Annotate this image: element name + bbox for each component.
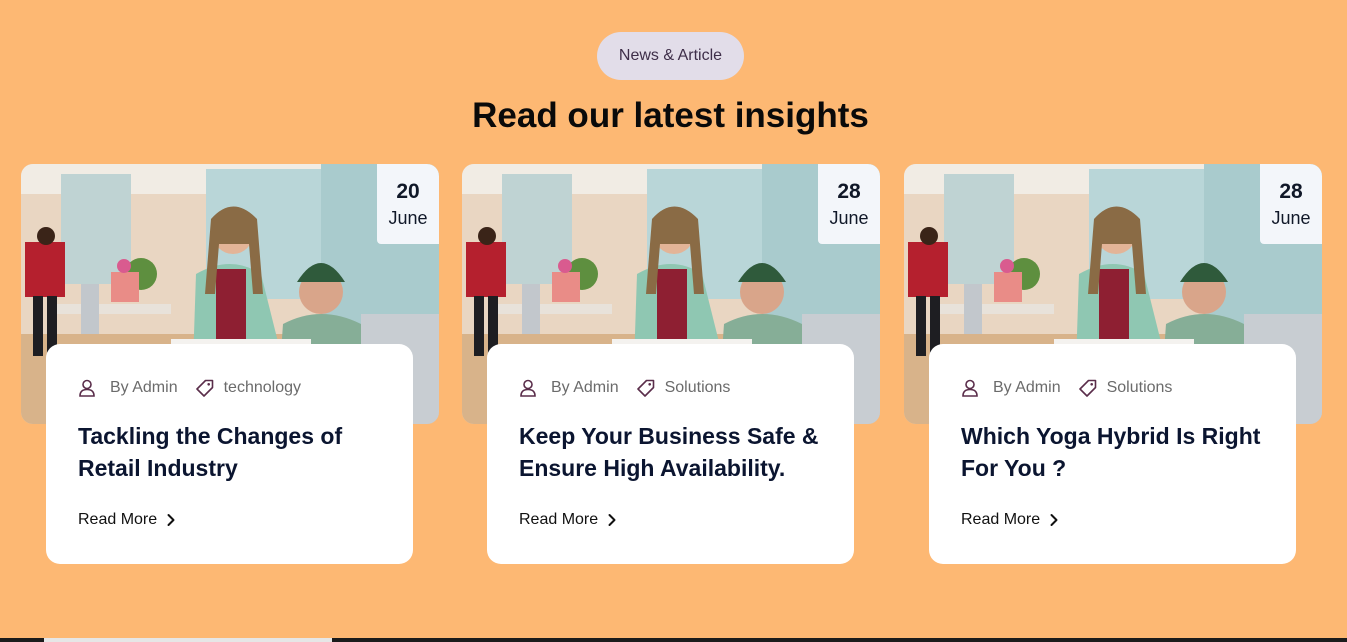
blog-card-body: By Admin Solutions Keep Your Business Sa… <box>487 344 854 564</box>
section-badge: News & Article <box>597 32 744 80</box>
date-month: June <box>388 208 428 228</box>
blog-card: 28 June By Admin Solutions Which Yoga Hy… <box>904 164 1322 564</box>
read-more-label: Read More <box>78 511 158 528</box>
blog-card: 20 June By Admin technology Tackling the… <box>21 164 439 564</box>
blog-card-body: By Admin technology Tackling the Changes… <box>46 344 413 564</box>
post-tag[interactable]: Solutions <box>665 379 731 397</box>
chevron-right-icon <box>1048 513 1060 527</box>
date-day: 20 <box>396 180 420 203</box>
date-badge: 28 June <box>1260 164 1322 244</box>
post-title[interactable]: Tackling the Changes of Retail Industry <box>78 420 388 484</box>
page-bottom-edge <box>0 638 1347 642</box>
user-icon <box>961 379 979 397</box>
read-more-label: Read More <box>519 511 599 528</box>
date-month: June <box>1271 208 1311 228</box>
post-title[interactable]: Which Yoga Hybrid Is Right For You ? <box>961 420 1271 484</box>
read-more-link[interactable]: Read More <box>961 509 1060 531</box>
post-meta: By Admin technology <box>78 376 301 400</box>
chevron-right-icon <box>606 513 618 527</box>
date-day: 28 <box>837 180 861 203</box>
blog-card-body: By Admin Solutions Which Yoga Hybrid Is … <box>929 344 1296 564</box>
date-badge: 20 June <box>377 164 439 244</box>
tag-icon <box>636 379 655 397</box>
post-tag[interactable]: technology <box>224 379 301 397</box>
blog-card: 28 June By Admin Solutions Keep Your Bus… <box>462 164 880 564</box>
post-tag[interactable]: Solutions <box>1107 379 1173 397</box>
tag-icon <box>1078 379 1097 397</box>
section-heading: Read our latest insights <box>472 96 869 135</box>
post-title[interactable]: Keep Your Business Safe & Ensure High Av… <box>519 420 829 484</box>
tag-icon <box>195 379 214 397</box>
read-more-link[interactable]: Read More <box>519 509 618 531</box>
date-day: 28 <box>1279 180 1303 203</box>
horizontal-scrollbar[interactable] <box>44 638 332 642</box>
post-meta: By Admin Solutions <box>519 376 730 400</box>
read-more-label: Read More <box>961 511 1041 528</box>
post-author[interactable]: By Admin <box>110 379 178 397</box>
post-meta: By Admin Solutions <box>961 376 1172 400</box>
read-more-link[interactable]: Read More <box>78 509 177 531</box>
chevron-right-icon <box>165 513 177 527</box>
user-icon <box>519 379 537 397</box>
post-author[interactable]: By Admin <box>551 379 619 397</box>
date-badge: 28 June <box>818 164 880 244</box>
date-month: June <box>829 208 869 228</box>
user-icon <box>78 379 96 397</box>
post-author[interactable]: By Admin <box>993 379 1061 397</box>
